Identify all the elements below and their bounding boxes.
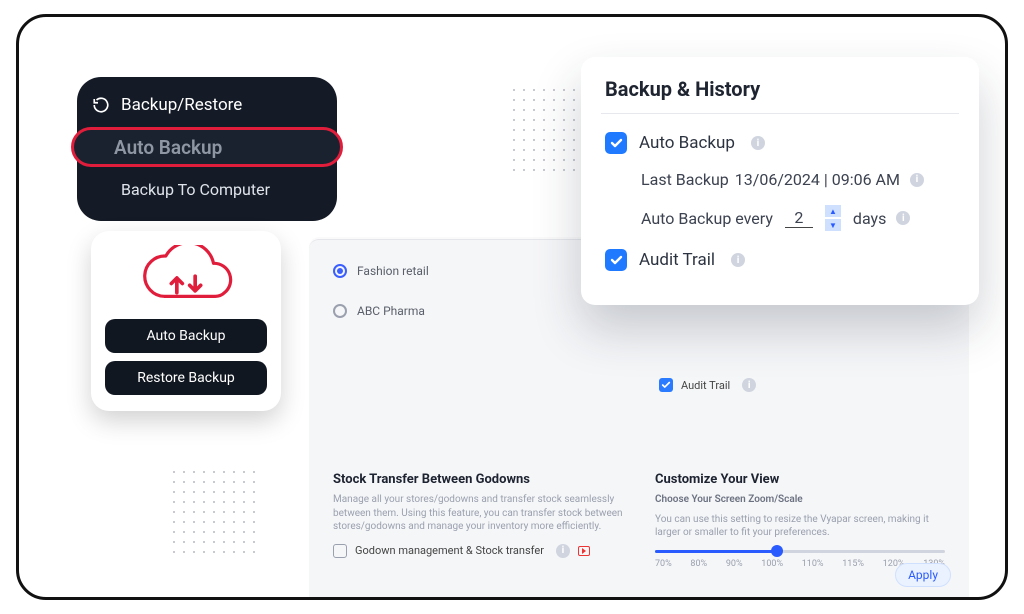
interval-value-input[interactable]: 2	[785, 208, 813, 228]
decorative-dots	[169, 467, 255, 553]
checkbox-label: Auto Backup	[639, 133, 735, 153]
backup-history-card: Backup & History Auto Backup i Last Back…	[581, 57, 979, 305]
info-icon[interactable]: i	[896, 211, 910, 225]
button-label: Apply	[908, 568, 938, 582]
tick: 80%	[690, 559, 707, 569]
zoom-slider[interactable]	[655, 550, 945, 553]
menu-header-label: Backup/Restore	[121, 95, 242, 115]
video-icon[interactable]	[578, 546, 590, 556]
checkbox-checked-icon	[605, 132, 627, 154]
interval-prefix: Auto Backup every	[641, 209, 773, 228]
company-label: ABC Pharma	[357, 304, 425, 318]
info-icon: i	[556, 544, 570, 558]
info-icon[interactable]: i	[751, 136, 765, 150]
customize-view-section: Customize Your View Choose Your Screen Z…	[655, 324, 945, 569]
interval-suffix: days	[853, 209, 886, 228]
slider-fill	[655, 550, 777, 553]
backup-interval-row: Auto Backup every 2 ▲ ▼ days i	[605, 205, 955, 231]
apply-button[interactable]: Apply	[895, 563, 951, 587]
checkbox-label: Audit Trail	[639, 250, 715, 270]
menu-header[interactable]: Backup/Restore	[77, 85, 337, 125]
tick: 90%	[726, 559, 743, 569]
cloud-backup-card: Auto Backup Restore Backup	[91, 231, 281, 411]
tick: 100%	[761, 559, 783, 569]
last-backup-row: Last Backup 13/06/2024 | 09:06 AM i	[605, 170, 955, 189]
stepper-up-icon[interactable]: ▲	[825, 205, 841, 217]
godown-checkbox[interactable]: Godown management & Stock transfer i	[333, 544, 623, 558]
section-description: You can use this setting to resize the V…	[655, 513, 945, 540]
auto-backup-checkbox[interactable]: Auto Backup i	[605, 132, 955, 154]
tick: 110%	[802, 559, 824, 569]
radio-unchecked-icon	[333, 304, 347, 318]
section-title: Customize Your View	[655, 472, 945, 487]
checkbox-unchecked-icon	[333, 544, 347, 558]
divider	[601, 113, 959, 114]
button-label: Restore Backup	[137, 370, 235, 386]
tick: 70%	[655, 559, 672, 569]
stock-transfer-section: Stock Transfer Between Godowns Manage al…	[333, 324, 623, 569]
last-backup-value: 13/06/2024 | 09:06 AM	[735, 170, 900, 189]
cloud-upload-icon	[131, 245, 241, 311]
last-backup-prefix: Last Backup	[641, 170, 729, 189]
slider-thumb[interactable]	[771, 545, 783, 557]
menu-item-label: Backup To Computer	[121, 180, 270, 199]
tick: 115%	[842, 559, 864, 569]
section-title: Stock Transfer Between Godowns	[333, 472, 623, 487]
menu-item-backup-to-computer[interactable]: Backup To Computer	[77, 169, 337, 209]
menu-item-label: Auto Backup	[114, 136, 222, 159]
info-icon[interactable]: i	[731, 253, 745, 267]
radio-checked-icon	[333, 264, 347, 278]
auto-backup-button[interactable]: Auto Backup	[105, 319, 267, 353]
company-label: Fashion retail	[357, 264, 429, 278]
button-label: Auto Backup	[146, 328, 225, 344]
section-description: Manage all your stores/godowns and trans…	[333, 493, 623, 534]
checkbox-label: Godown management & Stock transfer	[355, 544, 544, 557]
info-icon[interactable]: i	[910, 173, 924, 187]
restore-icon	[91, 95, 111, 115]
interval-stepper[interactable]: ▲ ▼	[825, 205, 841, 231]
card-title: Backup & History	[605, 77, 955, 101]
restore-backup-button[interactable]: Restore Backup	[105, 361, 267, 395]
menu-item-auto-backup[interactable]: Auto Backup	[71, 127, 343, 167]
audit-trail-checkbox[interactable]: Audit Trail i	[605, 249, 955, 271]
backup-menu: Backup/Restore Auto Backup Backup To Com…	[77, 77, 337, 221]
stepper-down-icon[interactable]: ▼	[825, 219, 841, 231]
section-subtitle: Choose Your Screen Zoom/Scale	[655, 493, 945, 507]
checkbox-checked-icon	[605, 249, 627, 271]
